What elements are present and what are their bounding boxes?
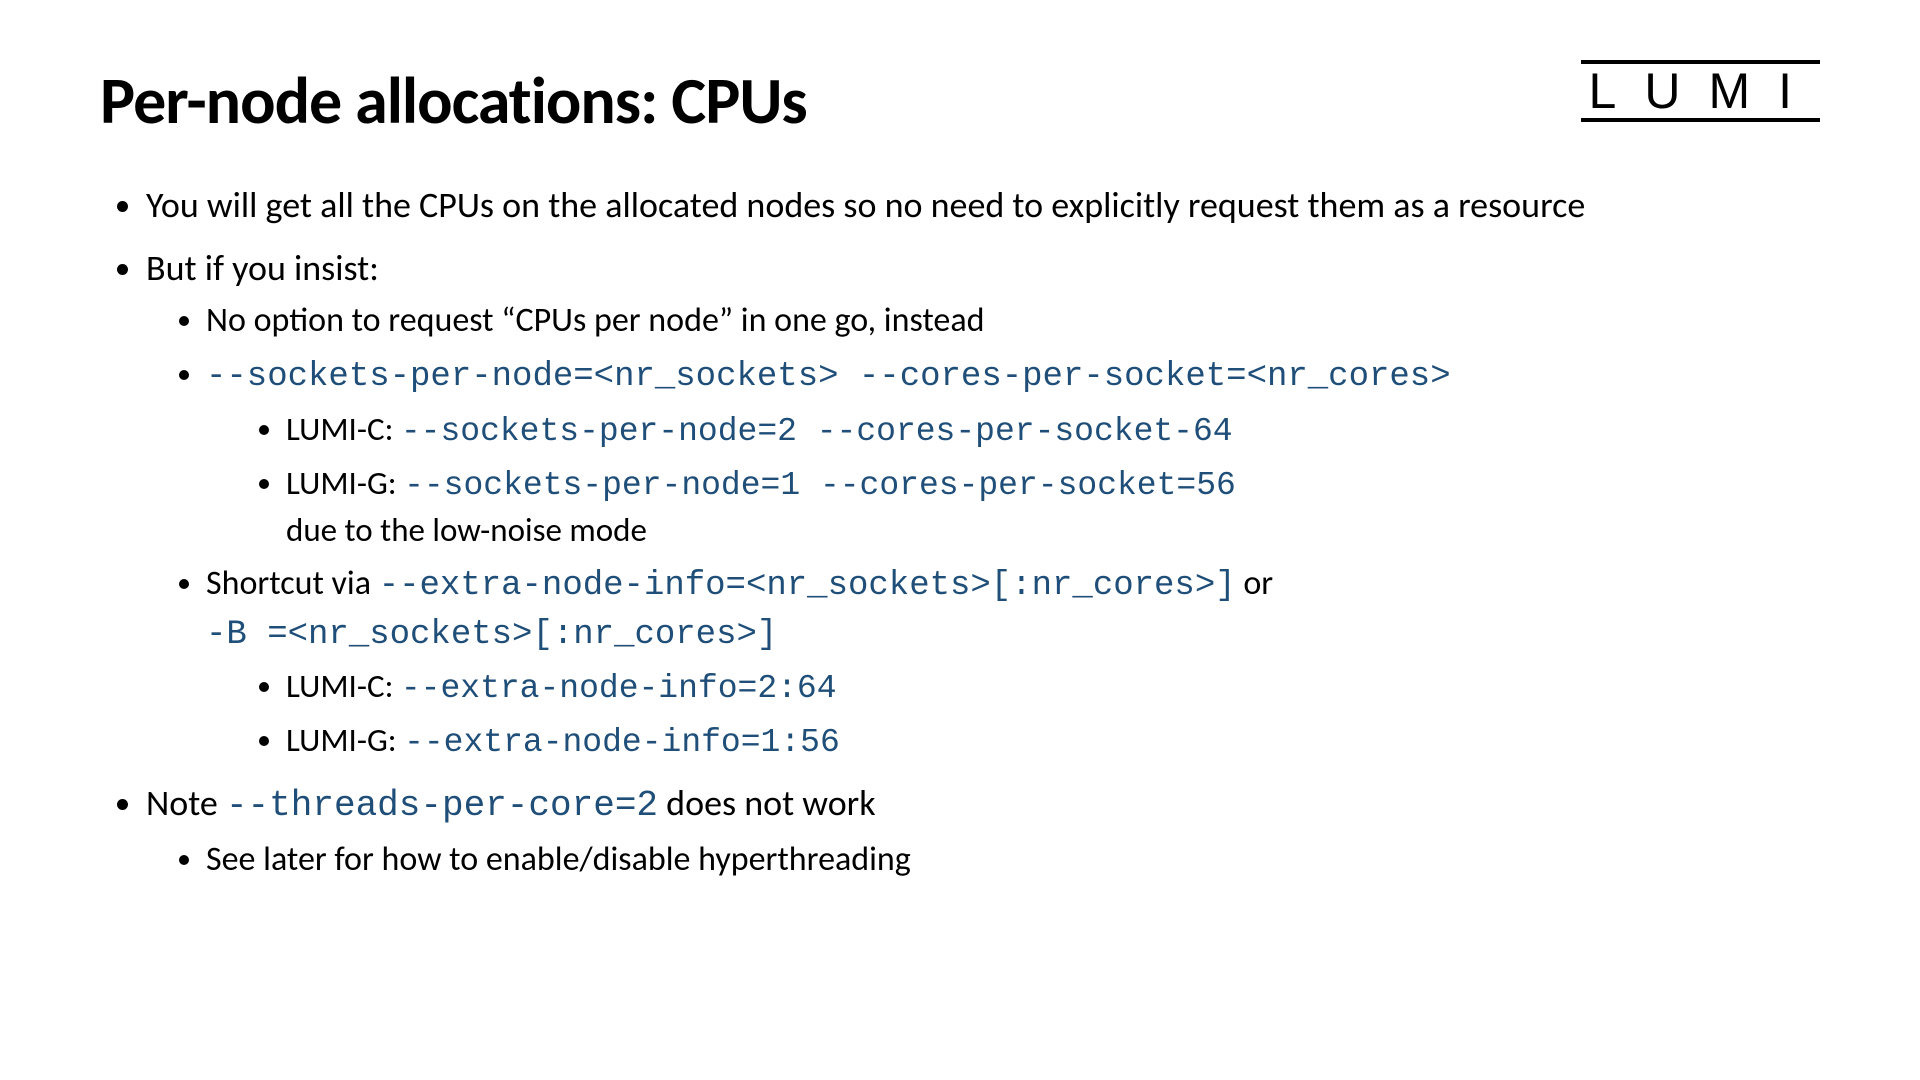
note-post: does not work [658,781,876,825]
code-extra-node-info: --extra-node-info=<nr_sockets>[:nr_cores… [379,567,1236,605]
bullet-2-text: But if you insist: [146,246,379,290]
bullet-2-1: No option to request “CPUs per node” in … [206,298,1820,344]
bullet-3-1: See later for how to enable/disable hype… [206,837,1820,883]
bullet-3: Note --threads-per-core=2 does not work … [146,779,1820,882]
low-noise-note: due to the low-noise mode [286,510,647,550]
shortcut-mid: or [1236,563,1273,604]
bullet-2-2-2: LUMI-G: --sockets-per-node=1 --cores-per… [286,461,1820,553]
code-lumi-c-extra: --extra-node-info=2:64 [401,670,837,707]
code-b-flag: -B =<nr_sockets>[:nr_cores>] [206,616,777,654]
bullet-2-3: Shortcut via --extra-node-info=<nr_socke… [206,561,1820,766]
bullet-list: You will get all the CPUs on the allocat… [100,181,1820,883]
bullet-2-2-sub: LUMI-C: --sockets-per-node=2 --cores-per… [206,407,1820,553]
code-lumi-c-sockets: --sockets-per-node=2 --cores-per-socket-… [401,413,1233,450]
bullet-2-3-1: LUMI-C: --extra-node-info=2:64 [286,664,1820,712]
code-sockets-cores: --sockets-per-node=<nr_sockets> --cores-… [206,358,1451,396]
slide: LUMI Per-node allocations: CPUs You will… [0,0,1920,1080]
bullet-2-2: --sockets-per-node=<nr_sockets> --cores-… [206,352,1820,553]
code-threads-per-core: --threads-per-core=2 [226,785,658,826]
bullet-2-3-sub: LUMI-C: --extra-node-info=2:64 LUMI-G: -… [206,664,1820,765]
code-lumi-g-extra: --extra-node-info=1:56 [404,724,840,761]
bullet-2-3-2: LUMI-G: --extra-node-info=1:56 [286,718,1820,766]
code-lumi-g-sockets: --sockets-per-node=1 --cores-per-socket=… [404,467,1236,504]
lumi-g-label: LUMI-G: [286,463,404,503]
note-pre: Note [146,781,226,825]
shortcut-pre: Shortcut via [206,563,379,604]
bullet-1: You will get all the CPUs on the allocat… [146,181,1820,230]
bullet-2: But if you insist: No option to request … [146,244,1820,766]
page-title: Per-node allocations: CPUs [100,60,1820,141]
bullet-2-2-1: LUMI-C: --sockets-per-node=2 --cores-per… [286,407,1820,455]
lumi-g-label-2: LUMI-G: [286,720,404,760]
lumi-c-label: LUMI-C: [286,409,401,449]
bullet-3-sub: See later for how to enable/disable hype… [146,837,1820,883]
bullet-2-sub: No option to request “CPUs per node” in … [146,298,1820,765]
logo: LUMI [1581,60,1820,122]
lumi-c-label-2: LUMI-C: [286,666,401,706]
